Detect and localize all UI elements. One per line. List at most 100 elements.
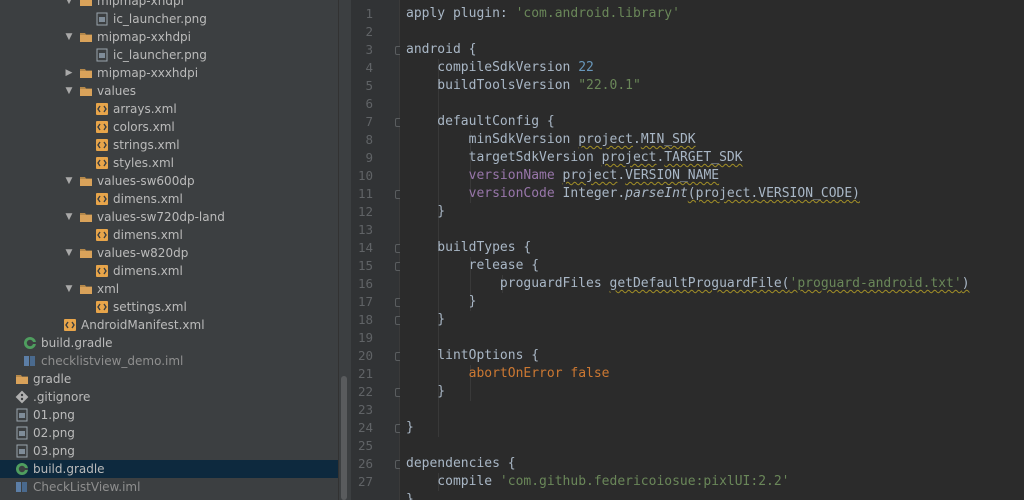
xml-file-icon — [95, 156, 109, 170]
tree-item[interactable]: 03.png — [0, 442, 338, 460]
code-line[interactable]: versionName project.VERSION_NAME — [406, 167, 719, 185]
code-line[interactable]: } — [406, 311, 445, 329]
line-number-gutter[interactable]: 1 2 3 4 5 6 7 8 9 10 11 12 13 14 15 16 17 18 19 20 21 22 23 24 2… — [351, 0, 403, 500]
tree-item[interactable]: colors.xml — [0, 118, 338, 136]
code-line[interactable]: dependencies { — [406, 455, 516, 473]
project-tree-scrollbar-thumb[interactable] — [341, 376, 347, 500]
expand-arrow-down-icon[interactable]: ▼ — [64, 28, 74, 46]
tree-item[interactable]: ic_launcher.png — [0, 10, 338, 28]
folder-icon — [79, 30, 93, 44]
code-line[interactable]: compileSdkVersion 22 — [406, 59, 594, 77]
tree-item[interactable]: .gitignore — [0, 388, 338, 406]
tree-item-label: styles.xml — [113, 156, 174, 170]
code-token: getDefaultProguardFile( — [609, 276, 790, 291]
expand-arrow-down-icon[interactable]: ▼ — [64, 244, 74, 262]
code-token: ) — [961, 276, 970, 291]
expand-arrow-down-icon[interactable]: ▼ — [64, 208, 74, 226]
tree-item[interactable]: ▼ xml — [0, 280, 338, 298]
code-line[interactable]: release { — [406, 257, 539, 275]
code-token: release { — [406, 258, 540, 273]
expand-arrow-down-icon[interactable]: ▼ — [64, 172, 74, 190]
expand-arrow-right-icon[interactable]: ▶ — [64, 64, 74, 82]
code-line[interactable]: compile 'com.github.federicoiosue:pixlUI… — [406, 473, 790, 491]
image-file-icon — [15, 444, 29, 458]
tree-item[interactable]: checklistview_demo.iml — [0, 352, 338, 370]
tree-item[interactable]: dimens.xml — [0, 226, 338, 244]
tree-item-label: build.gradle — [41, 336, 113, 350]
code-token: 'com.github.federicoiosue:pixlUI:2.2' — [499, 474, 790, 489]
xml-file-icon — [95, 138, 109, 152]
xml-file-icon — [95, 120, 109, 134]
tree-item[interactable]: dimens.xml — [0, 190, 338, 208]
code-token: 'proguard-android.txt' — [789, 276, 962, 291]
line-number: 26 — [357, 456, 373, 471]
tree-item[interactable]: ▼ values — [0, 82, 338, 100]
tree-item[interactable]: 01.png — [0, 406, 338, 424]
code-line[interactable]: lintOptions { — [406, 347, 539, 365]
expand-arrow-down-icon[interactable]: ▼ — [64, 280, 74, 298]
tree-item-label: ic_launcher.png — [113, 12, 207, 26]
tree-item[interactable]: 02.png — [0, 424, 338, 442]
line-number: 24 — [357, 420, 373, 435]
line-number: 21 — [357, 366, 373, 381]
project-tree[interactable]: ▼ mipmap-xhdpi ic_launcher.png ▼ mipmap-xxhd… — [0, 0, 338, 500]
line-number: 5 — [365, 78, 373, 93]
xml-file-icon — [95, 102, 109, 116]
code-token: false — [570, 366, 610, 381]
line-number: 4 — [365, 60, 373, 75]
code-line[interactable]: defaultConfig { — [406, 113, 555, 131]
code-line[interactable]: } — [406, 419, 414, 437]
code-token: minSdkVersion — [406, 132, 579, 147]
code-line[interactable]: targetSdkVersion project.TARGET_SDK — [406, 149, 743, 167]
code-line[interactable]: } — [406, 293, 477, 311]
tree-item[interactable]: settings.xml — [0, 298, 338, 316]
tree-item-label: CheckListView.iml — [33, 480, 141, 494]
code-token: } — [406, 312, 446, 327]
tree-item[interactable]: arrays.xml — [0, 100, 338, 118]
code-line[interactable]: } — [406, 491, 414, 500]
tree-item-label: 03.png — [33, 444, 75, 458]
expand-arrow-down-icon[interactable]: ▼ — [64, 0, 74, 10]
tree-item-label: values-sw600dp — [97, 174, 195, 188]
tree-item[interactable]: ▶ mipmap-xxxhdpi — [0, 64, 338, 82]
xml-file-icon — [95, 228, 109, 242]
code-line[interactable]: minSdkVersion project.MIN_SDK — [406, 131, 696, 149]
tree-item[interactable]: CheckListView.iml — [0, 478, 338, 496]
tree-item[interactable]: ▼ values-sw600dp — [0, 172, 338, 190]
tree-item[interactable]: gradle — [0, 370, 338, 388]
code-line[interactable]: versionCode Integer.parseInt(project.VER… — [406, 185, 860, 203]
tree-item[interactable]: styles.xml — [0, 154, 338, 172]
code-line[interactable]: buildTypes { — [406, 239, 531, 257]
code-token: project — [601, 150, 657, 165]
tree-item[interactable]: build.gradle — [0, 460, 338, 478]
code-token: defaultConfig { — [406, 114, 555, 129]
tree-item[interactable]: build.gradle — [0, 334, 338, 352]
code-token: . — [632, 132, 641, 147]
code-line[interactable]: } — [406, 383, 445, 401]
tree-item[interactable]: ic_launcher.png — [0, 46, 338, 64]
line-number: 16 — [357, 276, 373, 291]
tree-item[interactable]: ▼ mipmap-xxhdpi — [0, 28, 338, 46]
gradle-icon — [23, 336, 37, 350]
code-line[interactable]: android { — [406, 41, 476, 59]
expand-arrow-down-icon[interactable]: ▼ — [64, 82, 74, 100]
code-token: abortOnError — [406, 366, 571, 381]
tree-item[interactable]: AndroidManifest.xml — [0, 316, 338, 334]
line-number: 14 — [357, 240, 373, 255]
code-line[interactable]: apply plugin: 'com.android.library' — [406, 5, 680, 23]
code-line[interactable]: abortOnError false — [406, 365, 610, 383]
tree-item[interactable]: strings.xml — [0, 136, 338, 154]
code-editor[interactable]: apply plugin: 'com.android.library' andro… — [400, 0, 1024, 500]
tree-item[interactable]: ▼ mipmap-xhdpi — [0, 0, 338, 10]
line-number: 13 — [357, 222, 373, 237]
line-number: 1 — [365, 6, 373, 21]
tree-item[interactable]: ▼ values-w820dp — [0, 244, 338, 262]
code-line[interactable]: proguardFiles getDefaultProguardFile('pr… — [406, 275, 970, 293]
code-token: proguardFiles — [406, 276, 610, 291]
folder-icon — [79, 210, 93, 224]
tree-item[interactable]: ▼ values-sw720dp-land — [0, 208, 338, 226]
code-line[interactable]: } — [406, 203, 445, 221]
code-token: buildToolsVersion — [406, 78, 579, 93]
code-line[interactable]: buildToolsVersion "22.0.1" — [406, 77, 641, 95]
tree-item[interactable]: dimens.xml — [0, 262, 338, 280]
